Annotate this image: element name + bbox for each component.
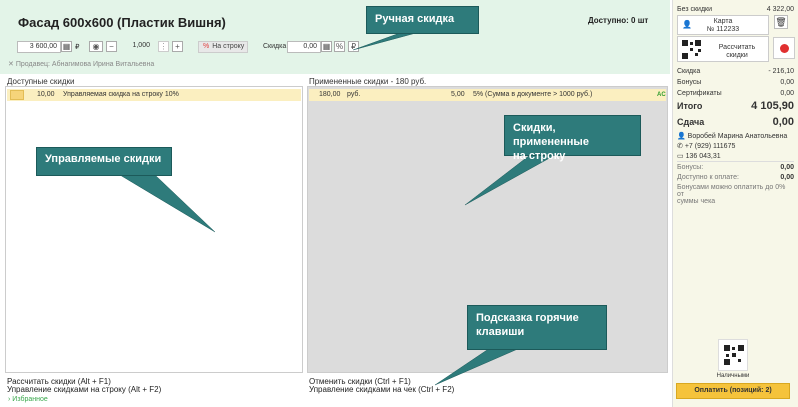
pay-button[interactable]: Оплатить (позиций: 2) [676, 383, 790, 399]
product-title: Фасад 600x600 (Пластик Вишня) [18, 15, 226, 30]
callout-manual-discount: Ручная скидка [366, 6, 479, 34]
product-header: Фасад 600x600 (Пластик Вишня) Доступно: … [0, 0, 670, 74]
trash-icon[interactable]: 🗑 [774, 15, 788, 29]
payable-info: Доступно к оплате: 0,00 [677, 174, 794, 181]
chevron-right-icon: › [8, 396, 11, 403]
card-button[interactable]: 👤 Карта № 112233 [677, 15, 769, 35]
currency-label: ₽ [75, 44, 80, 51]
row-checkbox[interactable] [10, 90, 24, 100]
close-icon[interactable]: ✕ [8, 61, 14, 68]
cancel-discount-icon[interactable] [773, 37, 795, 59]
callout-applied-discounts: Скидки, примененные на строку [504, 115, 641, 162]
certificates-row: Сертификаты 0,00 [677, 90, 794, 97]
user-check-icon: 👤 [682, 20, 692, 29]
no-discount-row: Без скидки 4 322,00 [677, 6, 794, 13]
discount-value: 10,00 [37, 91, 55, 98]
total-row: Итого 4 105,90 [677, 100, 794, 112]
calculator-icon[interactable]: ▦ [321, 41, 332, 52]
phone-icon: ✆ [677, 143, 683, 150]
qr-code-icon [682, 40, 701, 59]
available-stock: Доступно: 0 шт [588, 16, 649, 25]
qr-code-icon [724, 345, 744, 365]
bonus-note: Бонусами можно оплатить до 0% от суммы ч… [677, 184, 786, 205]
list-item[interactable]: 10,00 Управляемая скидка на строку 10% [7, 89, 301, 101]
hotkey-hint-line: Управление скидками на строку (Alt + F2) [7, 385, 162, 394]
per-line-button[interactable]: % На строку [198, 41, 248, 53]
favorites-link[interactable]: › Избранное [8, 396, 48, 403]
applied-discounts-title: Примененные скидки - 180 руб. [309, 77, 427, 86]
percent-toggle[interactable]: % [334, 41, 345, 52]
available-discounts-title: Доступные скидки [7, 77, 75, 86]
price-input[interactable]: 3 600,00 [17, 41, 61, 53]
customer-name: 👤 Воробей Марина Анатольевна [677, 133, 788, 140]
auto-tag: AC [657, 92, 666, 98]
card-icon: ▭ [677, 153, 684, 160]
discount-input[interactable]: 0,00 [287, 41, 321, 53]
calculator-icon[interactable]: ▦ [61, 41, 72, 52]
user-icon: 👤 [677, 133, 686, 140]
applied-description: 5% (Сумма в документе > 1000 руб.) [473, 91, 593, 98]
callout-managed-discounts: Управляемые скидки [36, 147, 172, 176]
cash-payment-button[interactable] [718, 339, 748, 371]
customer-card-balance: ▭ 136 043,31 [677, 153, 721, 160]
applied-percent: 5,00 [451, 91, 465, 98]
bonuses-info: Бонусы: 0,00 [677, 164, 794, 171]
discount-name: Управляемая скидка на строку 10% [63, 91, 179, 98]
discount-row: Скидка - 216,10 [677, 68, 794, 75]
bonus-row: Бонусы 0,00 [677, 79, 794, 86]
grid-icon[interactable]: ⋮ [158, 41, 169, 52]
callout-hotkeys: Подсказка горячие клавиши [467, 305, 607, 350]
eye-icon[interactable]: ◉ [89, 41, 103, 52]
calculate-discounts-button[interactable]: Рассчитать скидки [677, 36, 769, 62]
quantity-field[interactable]: 1,000 [119, 41, 153, 53]
hotkey-hint-receipt: Управление скидками на чек (Ctrl + F2) [309, 385, 455, 394]
seller-info: ✕ Продавец: Абнагимова Ирина Витальевна [8, 61, 155, 68]
plus-button[interactable]: + [172, 41, 183, 52]
minus-button[interactable]: − [106, 41, 117, 52]
available-discounts-panel: 10,00 Управляемая скидка на строку 10% [5, 86, 303, 373]
change-row: Сдача 0,00 [677, 116, 794, 128]
ruble-toggle[interactable]: ₽ [348, 41, 359, 52]
customer-phone: ✆ +7 (929) 111675 [677, 143, 736, 150]
cash-label: Наличными [716, 373, 750, 379]
divider [677, 161, 794, 162]
applied-unit: руб. [347, 91, 361, 98]
applied-amount: 180,00 [319, 91, 341, 98]
discount-label: Скидка [263, 43, 287, 50]
percent-icon: % [203, 43, 210, 50]
list-item[interactable]: 180,00 руб. 5,00 5% (Сумма в документе >… [309, 89, 666, 101]
